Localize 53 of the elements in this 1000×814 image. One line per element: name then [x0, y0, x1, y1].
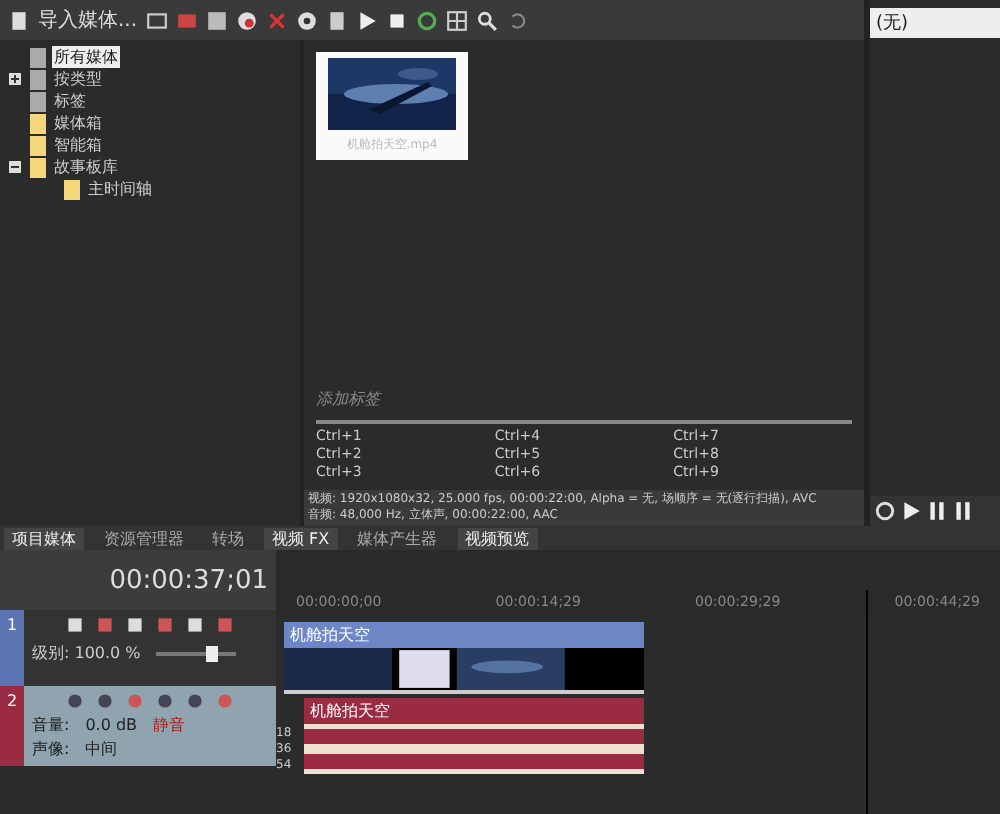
expander-icon[interactable]: [8, 160, 22, 174]
track-tool-icon[interactable]: [94, 614, 116, 636]
track-tool-icon[interactable]: [154, 690, 176, 712]
close-icon[interactable]: [265, 9, 288, 31]
track-tool-icon[interactable]: [214, 614, 236, 636]
volume-label: 音量:: [32, 714, 70, 736]
timecode: 00:00:37;01: [109, 565, 268, 595]
tree-item[interactable]: 媒体箱: [52, 112, 104, 134]
video-clip[interactable]: 机舱拍天空: [284, 622, 644, 694]
audio-clip[interactable]: 机舱拍天空: [304, 698, 644, 774]
import-media-button[interactable]: 导入媒体...: [38, 6, 138, 34]
pan-label: 声像:: [32, 738, 70, 760]
search-icon[interactable]: [475, 9, 498, 31]
pause-icon[interactable]: [952, 500, 974, 522]
dock-tab[interactable]: 转场: [204, 527, 252, 549]
preview-select[interactable]: (无): [870, 8, 1000, 38]
tree-item[interactable]: 所有媒体: [52, 46, 120, 68]
tree-item[interactable]: 故事板库: [52, 156, 120, 178]
track-tool-icon[interactable]: [64, 614, 86, 636]
track-number: 2: [6, 692, 18, 714]
tree-item[interactable]: 按类型: [52, 68, 104, 90]
level-label: 级别: 100.0 %: [32, 642, 141, 664]
refresh-icon[interactable]: [415, 9, 438, 31]
tree-item[interactable]: 主时间轴: [86, 178, 154, 200]
expander-icon[interactable]: [8, 72, 22, 86]
tree-item[interactable]: 智能箱: [52, 134, 104, 156]
track-number: 1: [6, 616, 18, 638]
loop-icon[interactable]: [874, 500, 896, 522]
track-tool-icon[interactable]: [64, 690, 86, 712]
mute-label: 静音: [153, 714, 186, 736]
track-tool-icon[interactable]: [94, 690, 116, 712]
window-icon[interactable]: [145, 9, 168, 31]
pan-value: 中间: [85, 738, 118, 760]
tag-field[interactable]: 添加标签: [316, 390, 380, 408]
dock-tab[interactable]: 项目媒体: [4, 527, 84, 549]
tree-item[interactable]: 标签: [52, 90, 88, 112]
dock-tab[interactable]: 视频 FX: [264, 527, 338, 549]
play-icon[interactable]: [900, 500, 922, 522]
dock-tab[interactable]: 资源管理器: [96, 527, 192, 549]
pause-icon[interactable]: [926, 500, 948, 522]
stop-icon[interactable]: [385, 9, 408, 31]
dock-tab[interactable]: 媒体产生器: [349, 527, 446, 549]
dock-tab[interactable]: 视频预览: [457, 527, 538, 549]
clip-title: 机舱拍天空: [288, 624, 372, 648]
track-tool-icon[interactable]: [214, 690, 236, 712]
track-tool-icon[interactable]: [184, 614, 206, 636]
track-tool-icon[interactable]: [154, 614, 176, 636]
track-tool-icon[interactable]: [124, 614, 146, 636]
track-tool-icon[interactable]: [124, 690, 146, 712]
volume-value: 0.0 dB: [85, 716, 138, 734]
track-tool-icon[interactable]: [184, 690, 206, 712]
clip-title: 机舱拍天空: [308, 700, 392, 724]
play-icon[interactable]: [355, 9, 378, 31]
